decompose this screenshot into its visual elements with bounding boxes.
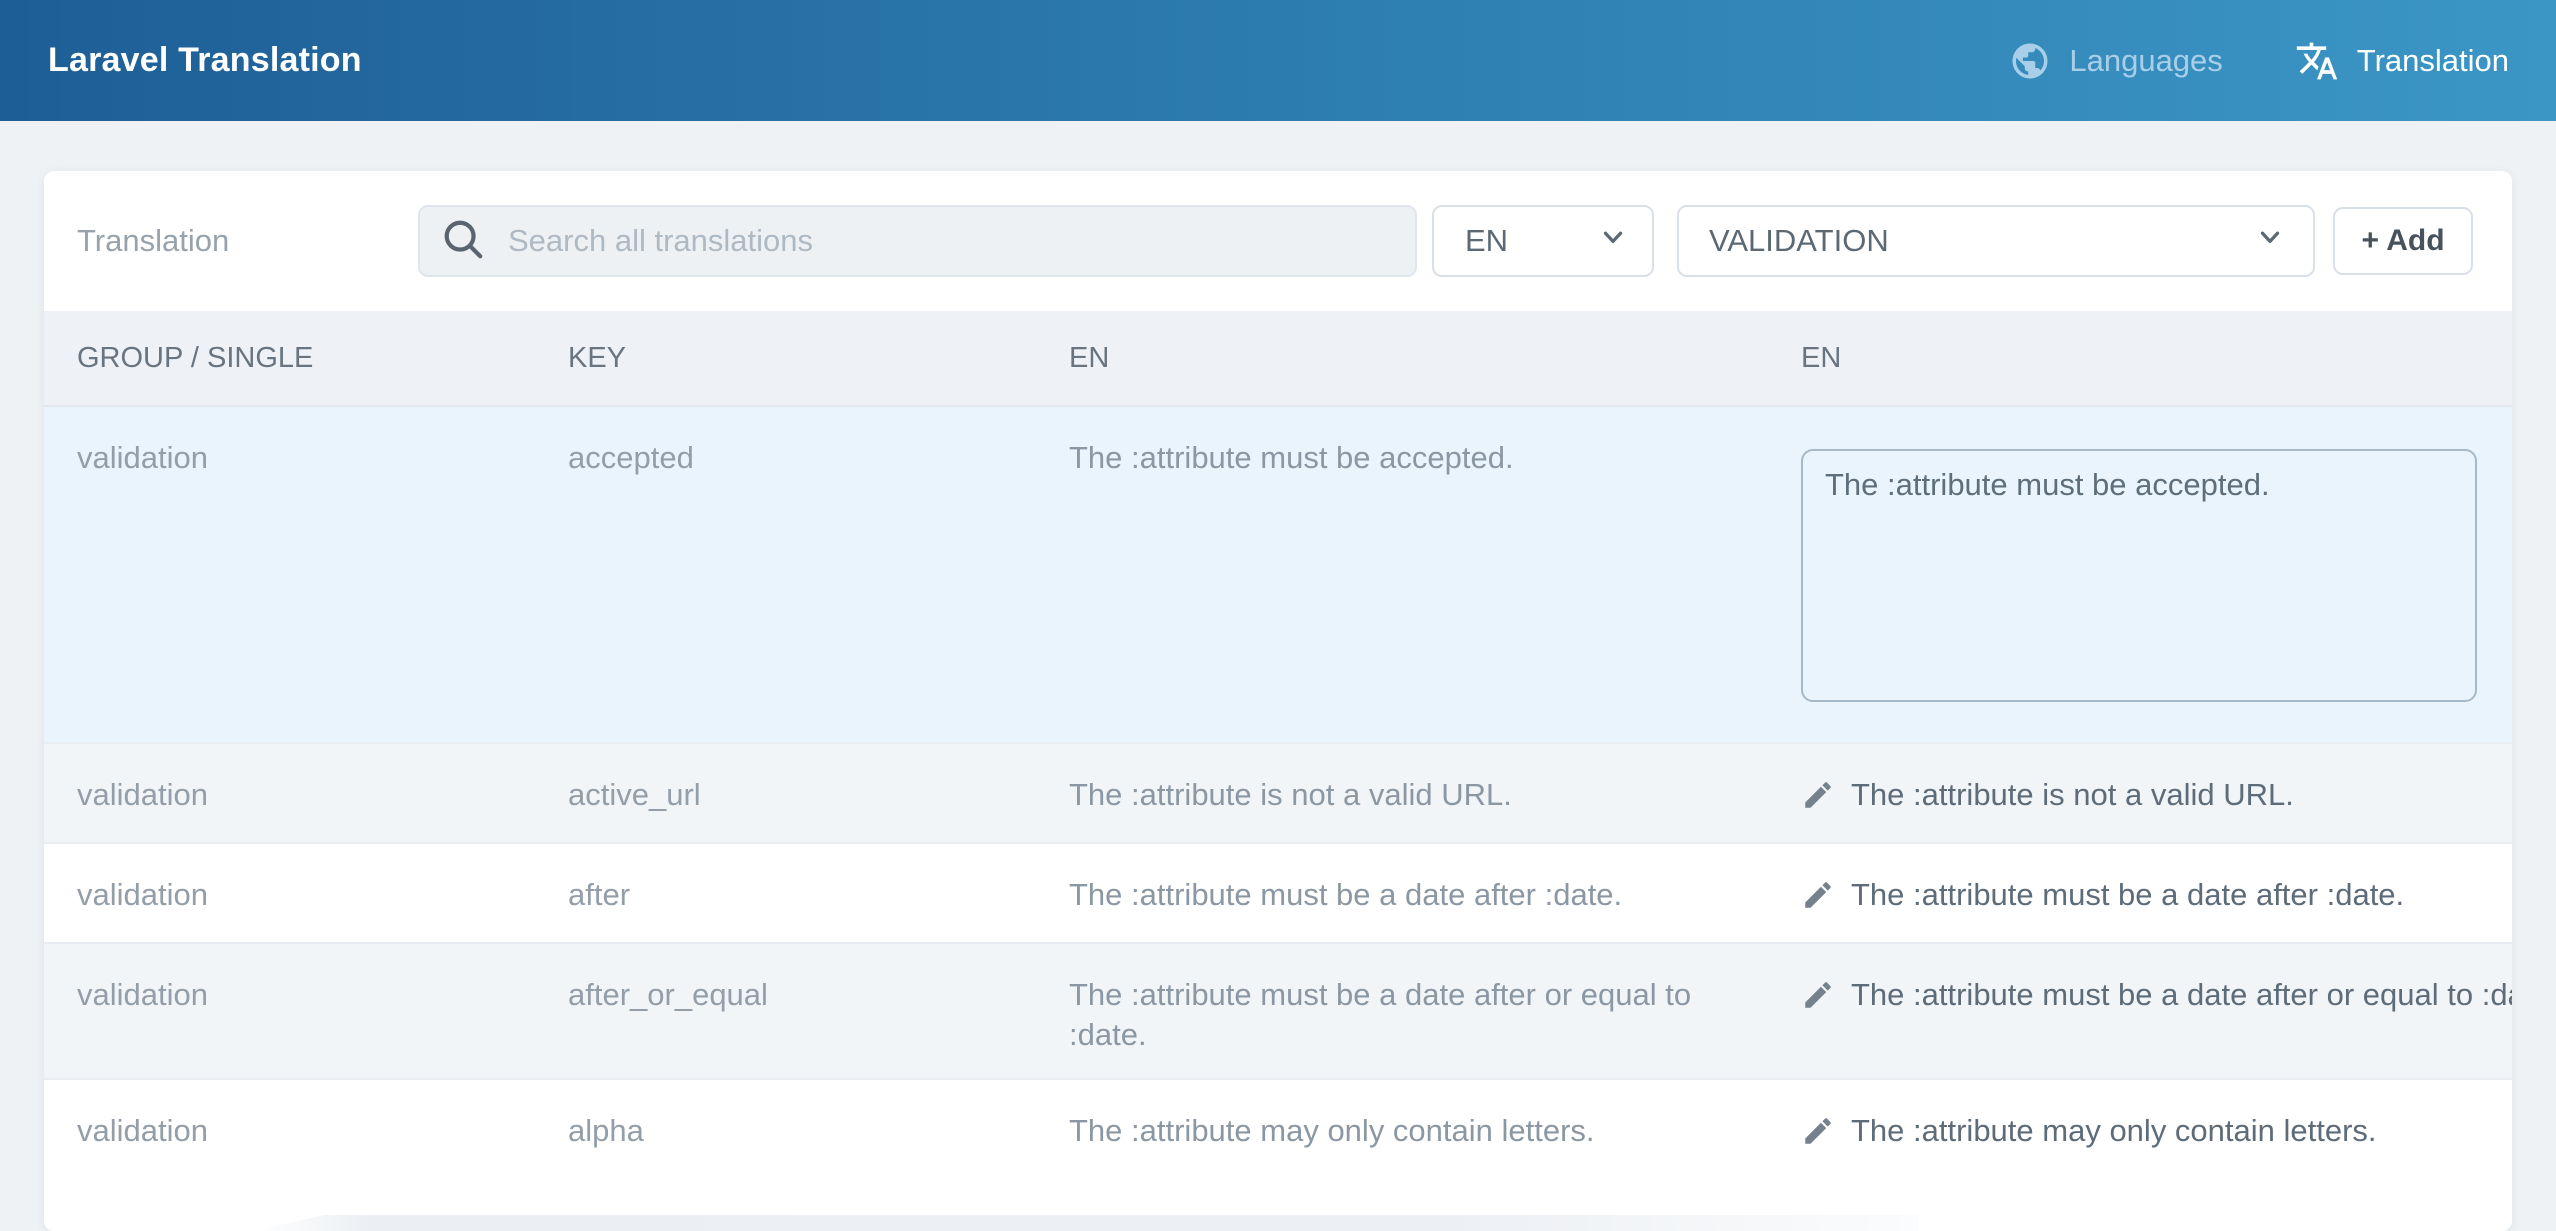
cell-translation[interactable]: The :attribute must be a date after :dat…	[1801, 844, 2512, 922]
edit-pencil-icon	[1801, 1114, 1835, 1158]
cell-translation[interactable]: The :attribute may only contain letters.	[1801, 1080, 2512, 1158]
table-row[interactable]: validation after The :attribute must be …	[44, 842, 2512, 942]
toolbar: Translation EN VALIDATION + Add	[44, 171, 2512, 311]
bottom-shadow-artifact	[254, 1215, 1919, 1231]
cell-key: active_url	[568, 744, 1069, 815]
cell-source-text: The :attribute must be a date after :dat…	[1069, 844, 1801, 915]
translation-text: The :attribute must be a date after or e…	[1851, 975, 2512, 1015]
cell-source-text: The :attribute must be accepted.	[1069, 407, 1801, 478]
nav-links: Languages Translation	[2009, 39, 2509, 83]
nav-link-languages[interactable]: Languages	[2009, 40, 2222, 82]
group-select-value: VALIDATION	[1709, 223, 1889, 259]
cell-translation[interactable]: The :attribute is not a valid URL.	[1801, 744, 2512, 822]
header-group-single: GROUP / SINGLE	[44, 342, 568, 375]
add-button[interactable]: + Add	[2333, 207, 2473, 275]
header-key: KEY	[568, 342, 1069, 375]
globe-icon	[2009, 40, 2051, 82]
cell-key: after	[568, 844, 1069, 915]
search-icon	[440, 216, 486, 267]
cell-source-text: The :attribute must be a date after or e…	[1069, 944, 1801, 1055]
cell-source-text: The :attribute is not a valid URL.	[1069, 744, 1801, 815]
edit-pencil-icon	[1801, 878, 1835, 922]
table-row[interactable]: validation accepted The :attribute must …	[44, 407, 2512, 742]
table-row[interactable]: validation active_url The :attribute is …	[44, 742, 2512, 842]
navbar: Laravel Translation Languages Translatio…	[0, 0, 2556, 121]
cell-translation[interactable]: The :attribute must be a date after or e…	[1801, 944, 2512, 1022]
nav-link-label: Translation	[2357, 43, 2509, 79]
translation-text: The :attribute is not a valid URL.	[1851, 775, 2294, 815]
translation-textarea[interactable]: The :attribute must be accepted.	[1801, 449, 2477, 702]
language-select[interactable]: EN	[1432, 205, 1654, 277]
table-header-row: GROUP / SINGLE KEY EN EN	[44, 311, 2512, 407]
cell-key: after_or_equal	[568, 944, 1069, 1015]
search-box	[418, 205, 1417, 277]
cell-group: validation	[44, 407, 568, 478]
translation-text: The :attribute must be a date after :dat…	[1851, 875, 2404, 915]
cell-group: validation	[44, 844, 568, 915]
chevron-down-icon	[2255, 222, 2285, 260]
cell-key: alpha	[568, 1080, 1069, 1151]
translate-icon	[2295, 39, 2339, 83]
table-row[interactable]: validation after_or_equal The :attribute…	[44, 942, 2512, 1078]
search-input[interactable]	[508, 211, 1395, 271]
cell-group: validation	[44, 744, 568, 815]
edit-pencil-icon	[1801, 778, 1835, 822]
cell-translation-edit: The :attribute must be accepted.	[1801, 407, 2512, 702]
header-target-locale: EN	[1801, 342, 2512, 375]
edit-pencil-icon	[1801, 978, 1835, 1022]
panel-title: Translation	[77, 223, 418, 259]
app-title: Laravel Translation	[48, 41, 362, 80]
cell-group: validation	[44, 1080, 568, 1151]
language-select-value: EN	[1465, 223, 1508, 259]
cell-source-text: The :attribute may only contain letters.	[1069, 1080, 1801, 1151]
group-select[interactable]: VALIDATION	[1677, 205, 2315, 277]
nav-link-translation[interactable]: Translation	[2295, 39, 2509, 83]
header-source-locale: EN	[1069, 342, 1801, 375]
translation-panel: Translation EN VALIDATION + Add GROUP / …	[44, 171, 2512, 1231]
cell-key: accepted	[568, 407, 1069, 478]
nav-link-label: Languages	[2069, 43, 2222, 79]
translation-text: The :attribute may only contain letters.	[1851, 1111, 2377, 1151]
chevron-down-icon	[1598, 222, 1628, 260]
table-row[interactable]: validation alpha The :attribute may only…	[44, 1078, 2512, 1182]
cell-group: validation	[44, 944, 568, 1015]
